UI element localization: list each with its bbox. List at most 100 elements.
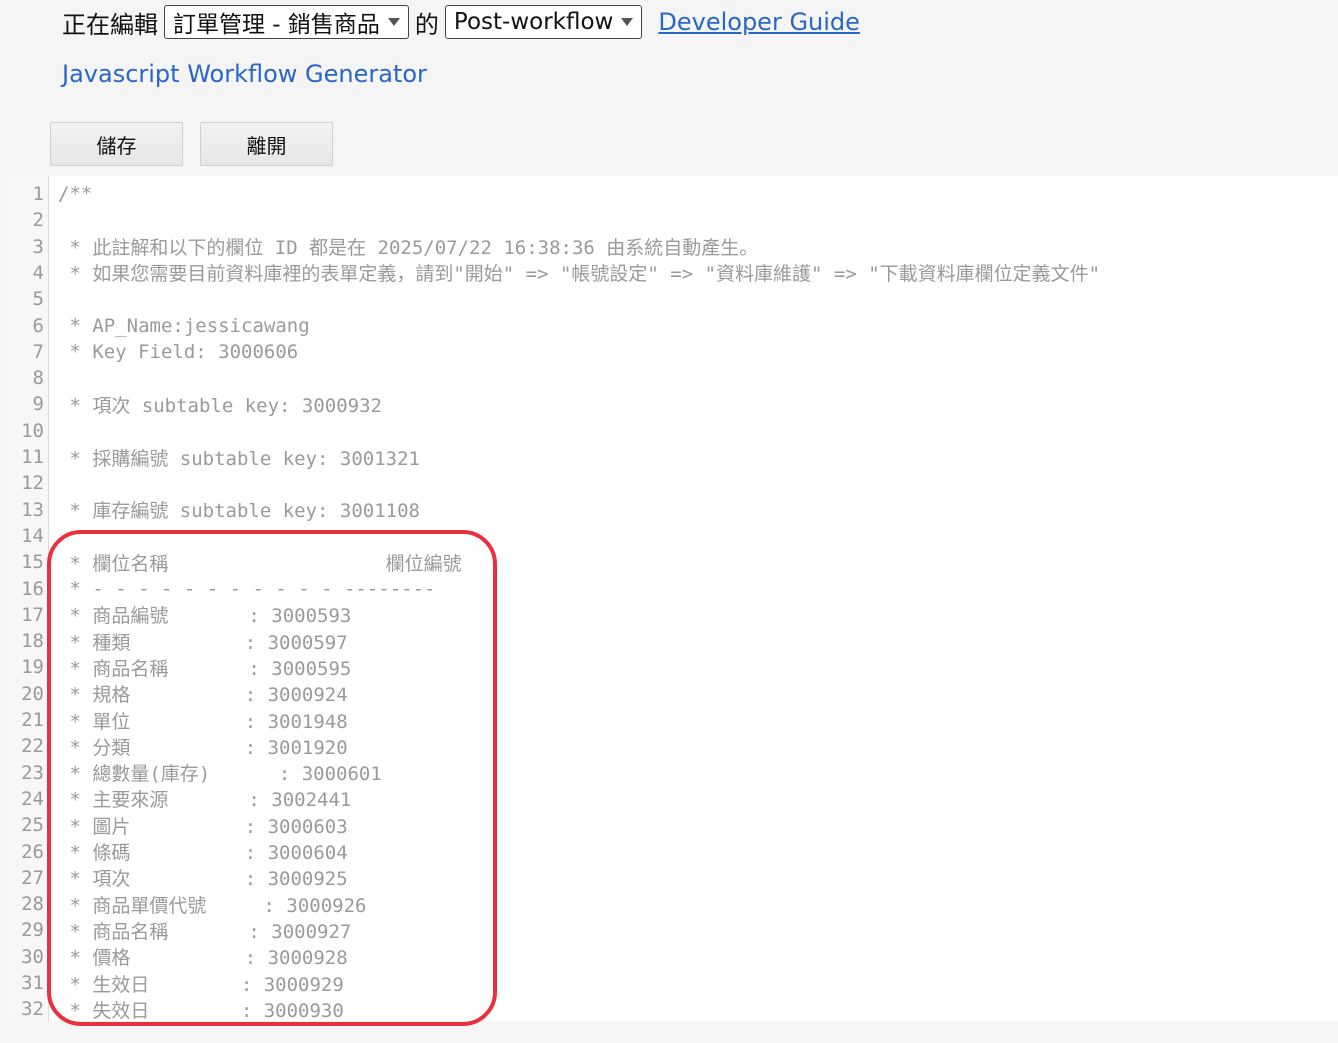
code-line: 30 * 價格 : 3000928 (3, 944, 1338, 970)
code-text: * 商品單價代號 : 3000926 (58, 894, 367, 917)
code-text: * 總數量(庫存) : 3000601 (58, 763, 382, 786)
code-line: 25 * 圖片 : 3000603 (3, 812, 1338, 838)
line-number: 1 (32, 183, 44, 205)
workflow-select[interactable]: Post-workflow (444, 5, 643, 39)
code-line: 16 * - - - - - - - - - - - -------- (3, 576, 1338, 602)
code-text: * 生效日 : 3000929 (58, 973, 344, 996)
chevron-down-icon (387, 18, 400, 26)
code-text: /** (58, 183, 93, 205)
line-number: 31 (21, 972, 44, 994)
line-number: 29 (21, 919, 44, 942)
code-text: * 規格 : 3000924 (58, 684, 348, 707)
of-label: 的 (414, 10, 439, 39)
line-number: 18 (21, 630, 44, 653)
code-editor[interactable]: 1/** 2 3 * 此註解和以下的欄位 ID 都是在 2025/07/22 16:… (3, 176, 1338, 1021)
code-text: * Key Field: 3000606 (58, 340, 299, 363)
code-line: 21 * 單位 : 3001948 (3, 707, 1338, 733)
line-number: 15 (21, 551, 44, 574)
line-number: 20 (21, 682, 44, 705)
code-text: * 種類 : 3000597 (58, 631, 348, 654)
developer-guide-link[interactable]: Developer Guide (658, 8, 860, 36)
code-line: 9 * 項次 subtable key: 3000932 (3, 391, 1338, 417)
line-number: 25 (21, 814, 44, 837)
line-number: 28 (21, 893, 44, 916)
code-text: * 商品名稱 : 3000595 (58, 657, 352, 680)
code-line: 13 * 庫存編號 subtable key: 3001108 (3, 497, 1338, 523)
code-line: 23 * 總數量(庫存) : 3000601 (3, 760, 1338, 786)
line-number: 9 (32, 393, 44, 416)
code-text: * 條碼 : 3000604 (58, 842, 348, 864)
line-number: 16 (21, 577, 44, 600)
code-text: * 價格 : 3000928 (58, 947, 348, 970)
editing-header: 正在編輯 訂單管理 - 銷售商品 的 Post-workflow Develop… (62, 2, 860, 42)
code-line: 22 * 分類 : 3001920 (3, 733, 1338, 759)
code-line: 14 (3, 523, 1338, 549)
line-number: 32 (21, 998, 44, 1021)
code-text: * 項次 : 3000925 (58, 868, 348, 891)
line-number: 11 (21, 446, 44, 468)
line-number: 22 (21, 735, 44, 758)
line-number: 3 (32, 235, 44, 258)
code-text: * 此註解和以下的欄位 ID 都是在 2025/07/22 16:38:36 由… (58, 237, 759, 260)
line-number: 19 (21, 656, 44, 679)
line-number: 27 (21, 866, 44, 889)
line-number: 30 (21, 945, 44, 968)
chevron-down-icon (621, 18, 634, 26)
code-line: 24 * 主要來源 : 3002441 (3, 786, 1338, 812)
line-number: 14 (21, 524, 44, 547)
code-line: 26 * 條碼 : 3000604 (3, 839, 1338, 865)
workflow-select-value: Post-workflow (453, 9, 614, 35)
code-line: 27 * 項次 : 3000925 (3, 865, 1338, 891)
code-line: 29 * 商品名稱 : 3000927 (3, 917, 1338, 943)
code-text: * 失效日 : 3000930 (58, 999, 344, 1021)
code-line: 28 * 商品單價代號 : 3000926 (3, 891, 1338, 917)
line-number: 21 (21, 709, 44, 731)
line-number: 6 (32, 314, 44, 337)
code-text: * AP_Name:jessicawang (58, 314, 310, 337)
line-number: 24 (21, 787, 44, 810)
form-select[interactable]: 訂單管理 - 銷售商品 (164, 5, 409, 39)
line-number: 23 (21, 761, 44, 784)
code-line: 4 * 如果您需要目前資料庫裡的表單定義，請到"開始" => "帳號設定" =>… (3, 260, 1338, 286)
code-line: 15 * 欄位名稱 欄位編號 (3, 549, 1338, 575)
code-line: 31 * 生效日 : 3000929 (3, 970, 1338, 996)
code-line: 32 * 失效日 : 3000930 (3, 996, 1338, 1021)
code-line: 1 /** (3, 181, 1338, 207)
code-text: * 商品名稱 : 3000927 (58, 920, 352, 943)
leave-button[interactable]: 離開 (200, 122, 333, 166)
code-text: * 圖片 : 3000603 (58, 815, 348, 838)
code-line: 12 (3, 470, 1338, 496)
code-line: 5 (3, 286, 1338, 312)
code-text: * 單位 : 3001948 (58, 710, 348, 733)
line-number: 26 (21, 840, 44, 863)
editing-label: 正在編輯 (62, 10, 158, 39)
code-line: 7 * Key Field: 3000606 (3, 339, 1338, 365)
code-line: 6 * AP_Name:jessicawang (3, 313, 1338, 339)
line-number: 10 (21, 419, 44, 442)
line-number: 4 (32, 261, 44, 284)
code-text: * 如果您需要目前資料庫裡的表單定義，請到"開始" => "帳號設定" => "… (58, 263, 1101, 286)
code-line: 11 * 採購編號 subtable key: 3001321 (3, 444, 1338, 470)
code-line: 3 * 此註解和以下的欄位 ID 都是在 2025/07/22 16:38:36… (3, 234, 1338, 260)
code-line: 20 * 規格 : 3000924 (3, 681, 1338, 707)
code-line: 17 * 商品編號 : 3000593 (3, 602, 1338, 628)
code-text: * - - - - - - - - - - - -------- (58, 577, 436, 600)
line-number: 17 (21, 603, 44, 626)
code-line: 10 (3, 418, 1338, 444)
save-button[interactable]: 儲存 (50, 122, 183, 166)
line-number: 5 (32, 288, 44, 311)
workflow-generator-link[interactable]: Javascript Workflow Generator (62, 60, 427, 88)
form-select-value: 訂單管理 - 銷售商品 (173, 12, 380, 38)
line-number: 7 (32, 340, 44, 363)
code-line: 18 * 種類 : 3000597 (3, 628, 1338, 654)
code-text: * 商品編號 : 3000593 (58, 605, 352, 628)
code-line: 19 * 商品名稱 : 3000595 (3, 654, 1338, 680)
line-number: 12 (21, 472, 44, 495)
code-text: * 項次 subtable key: 3000932 (58, 394, 382, 417)
line-number: 2 (32, 209, 44, 232)
workflow-editor-page: 正在編輯 訂單管理 - 銷售商品 的 Post-workflow Develop… (0, 0, 1338, 1043)
code-text: * 分類 : 3001920 (58, 736, 348, 759)
code-line: 2 (3, 207, 1338, 233)
code-text: * 庫存編號 subtable key: 3001108 (58, 500, 420, 523)
code-text: * 主要來源 : 3002441 (58, 789, 352, 812)
